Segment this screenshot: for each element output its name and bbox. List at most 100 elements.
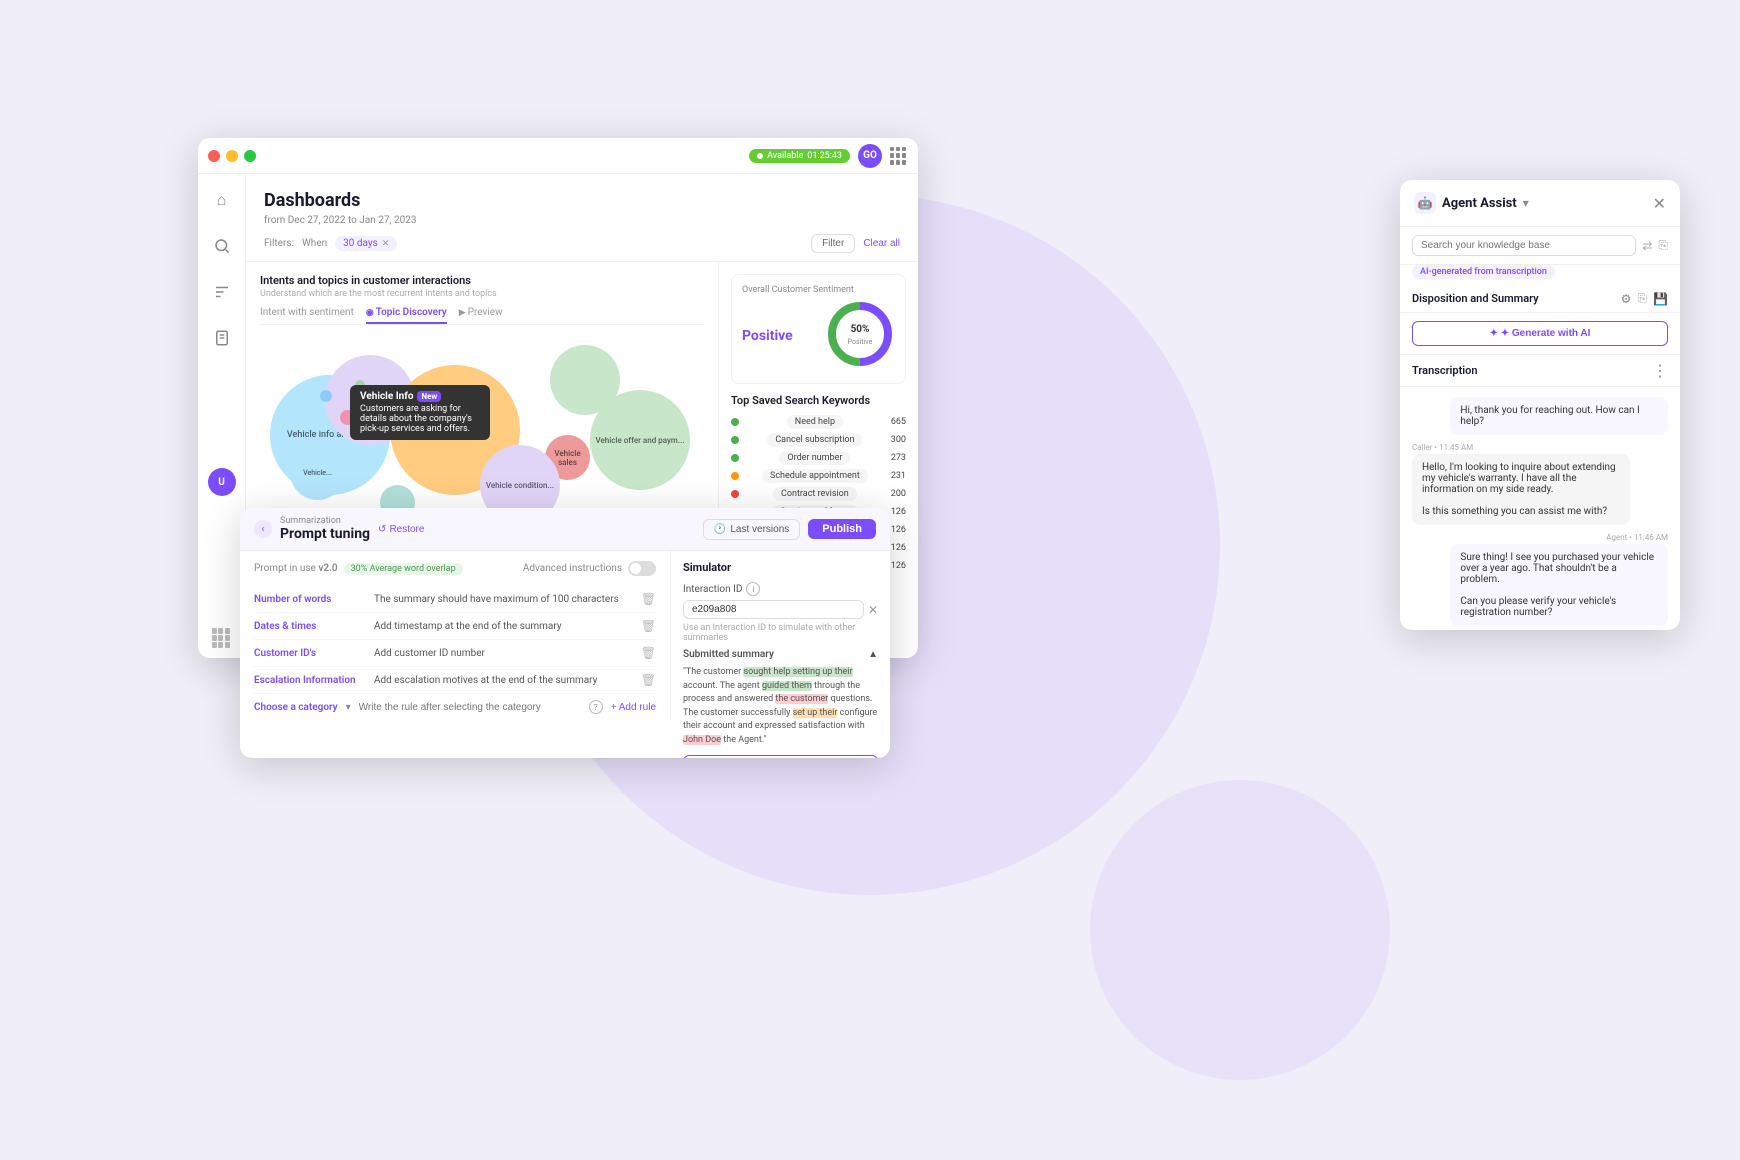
transcription-label: Transcription [1412,364,1652,377]
sentiment-dot [731,490,739,498]
save-icon[interactable]: 💾 [1653,292,1668,306]
filter-button[interactable]: Filter [811,234,855,253]
category-label: Choose a category [254,702,338,713]
more-options-icon[interactable]: ⋮ [1652,361,1668,380]
prompt-rows: Number of words The summary should have … [254,586,656,694]
maximize-button[interactable] [244,150,256,162]
keyword-row: Schedule appointment 231 [731,469,906,483]
delete-icon[interactable]: 🗑 [641,673,656,687]
keyword-tag: Contract revision [773,487,857,501]
keyword-tag: Schedule appointment [762,469,868,483]
keyword-count: 665 [891,417,906,427]
agent-chevron-icon[interactable]: ▾ [1523,196,1529,210]
clear-interaction-icon[interactable]: ✕ [868,603,878,617]
tab-intent[interactable]: Intent with sentiment [260,307,354,324]
collapse-icon[interactable]: ▲ [868,649,878,660]
clear-all-button[interactable]: Clear all [863,238,900,249]
prompt-row: Escalation Information Add escalation mo… [254,667,656,694]
info-icon[interactable]: ? [589,700,603,714]
sentiment-dot [731,472,739,480]
agent-close-button[interactable]: ✕ [1653,194,1666,213]
keyword-count: 273 [891,453,906,463]
grid-icon[interactable] [890,147,908,165]
delete-icon[interactable]: 🗑 [641,592,656,606]
caller-label: Caller • 11:45 AM [1412,443,1668,452]
sidebar-avatar[interactable]: U [208,468,236,496]
category-row: Choose a category ▾ ? + Add rule [254,694,656,720]
prompt-row-label: Number of words [254,594,364,605]
prompt-row-label: Dates & times [254,621,364,632]
filters-row: Filters: When 30 days ✕ Filter Clear all [264,234,900,253]
prompt-row: Number of words The summary should have … [254,586,656,613]
interaction-label: Interaction ID [683,584,742,595]
close-button[interactable] [208,150,220,162]
agent-assist-title: Agent Assist [1442,196,1517,211]
prompt-row-value: Add customer ID number [374,648,631,659]
agent-search-bar: ⇄ ⎘ [1400,227,1680,265]
overlap-badge: 30% Average word overlap [344,563,463,575]
keyword-row: Need help 665 [731,415,906,429]
search-copy-icon[interactable]: ⎘ [1658,238,1668,253]
prompt-row-value: Add timestamp at the end of the summary [374,621,631,632]
panel-subtitle: Understand which are the most recurrent … [260,289,704,299]
sentiment-card: Overall Customer Sentiment Positive 50% [731,274,906,384]
copy-icon[interactable]: ⎘ [1637,291,1647,306]
sidebar-item-search[interactable] [208,232,236,260]
chat-message-1: Hi, thank you for reaching out. How can … [1412,397,1668,435]
sidebar: ⌂ U [198,174,246,658]
dashboard-title: Dashboards [264,190,900,211]
sentiment-value: Positive [742,328,793,344]
filter-tag-30days[interactable]: 30 days ✕ [335,236,397,251]
keyword-row: Order number 273 [731,451,906,465]
filter-when-label: When [302,238,327,249]
sidebar-item-home[interactable]: ⌂ [208,186,236,214]
add-rule-button[interactable]: + Add rule [611,702,656,713]
dashboard-header: Dashboards from Dec 27, 2022 to Jan 27, … [246,174,918,262]
delete-icon[interactable]: 🗑 [641,646,656,660]
sentiment-label: Overall Customer Sentiment [742,285,895,295]
search-transfer-icon[interactable]: ⇄ [1642,239,1652,253]
interaction-row: Interaction ID i [683,582,878,596]
dashboard-date: from Dec 27, 2022 to Jan 27, 2023 [264,215,900,226]
publish-button[interactable]: Publish [808,519,876,539]
bubble-vehicle-small[interactable]: Vehicle... [290,445,345,500]
tab-topic[interactable]: ◉Topic Discovery [366,307,447,324]
delete-icon[interactable]: 🗑 [641,619,656,633]
prompt-row-label: Customer ID's [254,648,364,659]
prompt-simulator: Simulator Interaction ID i ✕ Use an Inte… [670,551,890,721]
interaction-id-input[interactable] [683,600,864,619]
prompt-row-value: The summary should have maximum of 100 c… [374,594,631,605]
tab-preview[interactable]: ▶Preview [459,307,503,324]
filter-remove-icon[interactable]: ✕ [382,239,390,249]
prompt-row: Customer ID's Add customer ID number 🗑 [254,640,656,667]
adv-instructions-toggle[interactable] [628,561,656,576]
sidebar-grid-icon[interactable] [212,628,232,648]
sidebar-item-filter[interactable] [208,278,236,306]
prompt-in-use-row: Prompt in use v2.0 30% Average word over… [254,561,656,576]
interaction-info-icon[interactable]: i [746,582,760,596]
gear-icon[interactable]: ⚙ [1621,292,1632,306]
chat-message-3: Agent • 11:46 AM Sure thing! I see you p… [1412,533,1668,626]
test-summary-button[interactable]: ✦ Test summary generator [683,755,878,758]
restore-button[interactable]: ↺Restore [378,524,424,535]
generate-ai-button[interactable]: ✦ ✦ Generate with AI [1412,321,1668,346]
last-versions-button[interactable]: 🕐Last versions [703,519,800,540]
keyword-row: Contract revision 200 [731,487,906,501]
chevron-down-icon[interactable]: ▾ [346,702,351,713]
knowledge-search-input[interactable] [1412,235,1636,256]
keywords-title: Top Saved Search Keywords [731,394,906,407]
keyword-tag: Need help [787,415,843,429]
sentiment-dot [731,436,739,444]
minimize-button[interactable] [226,150,238,162]
bubble-chart: Vehicle info and legal Vehicle pickup Ve… [260,335,704,535]
category-input[interactable] [359,702,581,713]
chat-area: Hi, thank you for reaching out. How can … [1400,387,1680,630]
keyword-tag: Cancel subscription [767,433,862,447]
keyword-count: 126 [891,561,906,571]
bubble-vehicle-offer[interactable]: Vehicle offer and paym... [590,390,690,490]
back-button[interactable]: ‹ [254,520,272,538]
keyword-count: 300 [891,435,906,445]
keyword-count: 231 [891,471,906,481]
adv-instructions-label: Advanced instructions [523,563,622,574]
sidebar-item-document[interactable] [208,324,236,352]
